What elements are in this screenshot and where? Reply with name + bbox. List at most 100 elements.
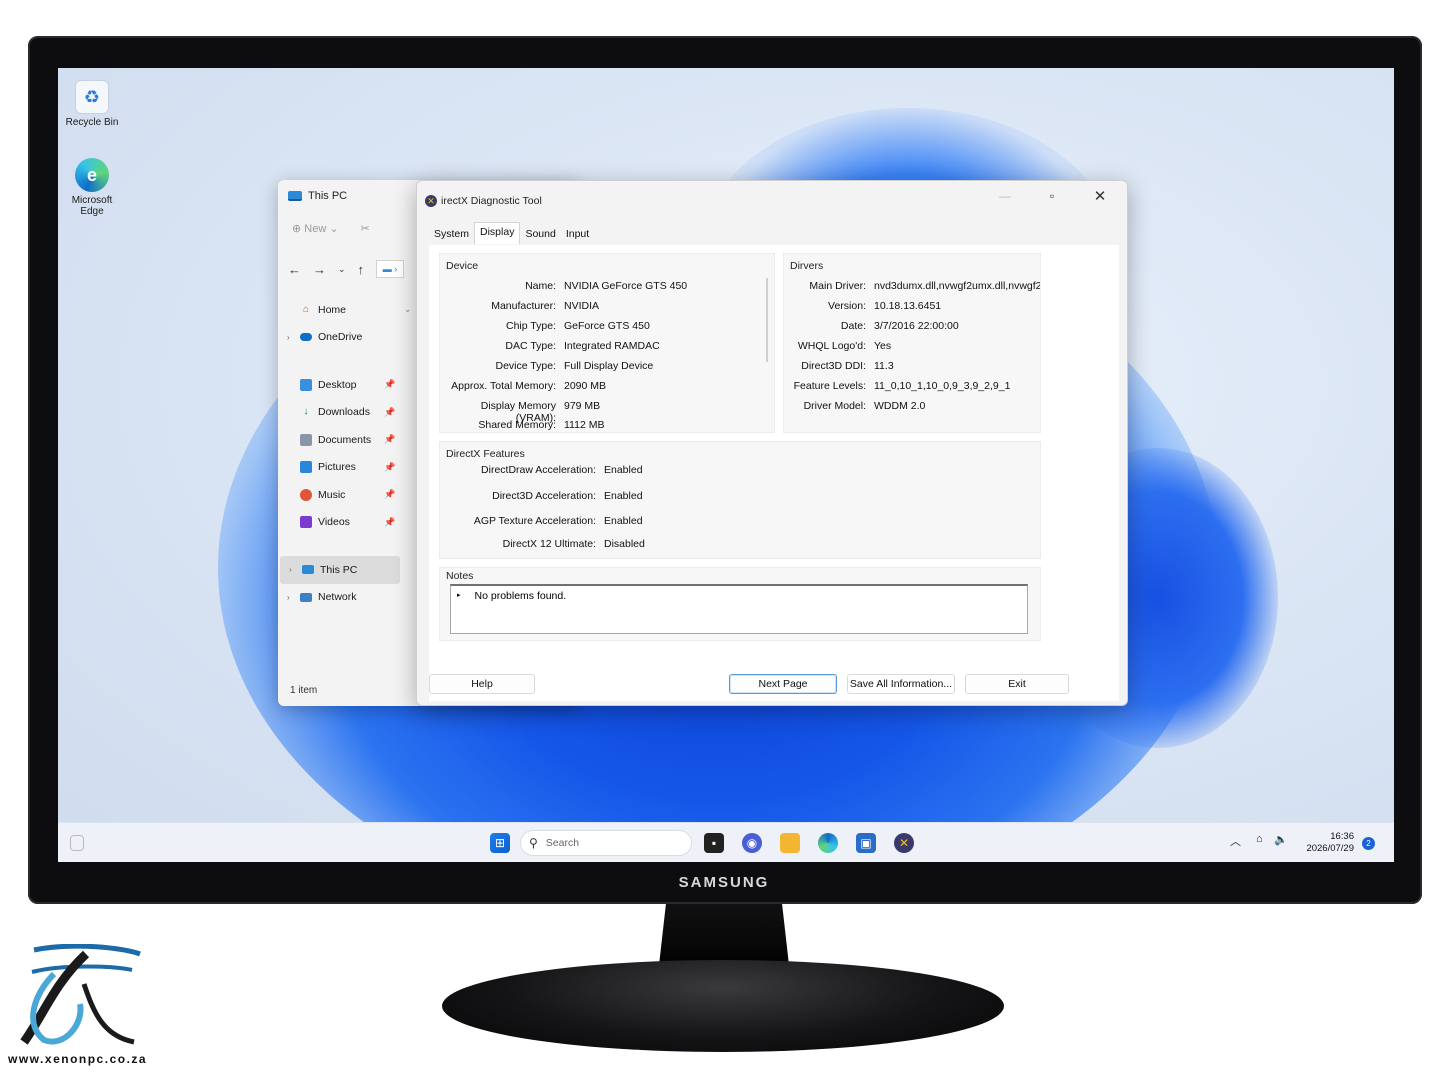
clock[interactable]: 16:36 2026/07/29 [1294, 831, 1354, 855]
network-icon [300, 592, 312, 602]
driver-row: Feature Levels: 11_0,10_1,10_0,9_3,9_2,9_… [784, 380, 1011, 396]
dxdiag-title-text: irectX Diagnostic Tool [441, 195, 542, 207]
help-button[interactable]: Help [429, 674, 535, 694]
device-row: Manufacturer: NVIDIA [440, 300, 599, 316]
row-label: DirectDraw Acceleration: [481, 464, 596, 476]
xenonpc-logo [20, 944, 141, 1045]
display-tab-panel: Device Name: NVIDIA GeForce GTS 450 Manuf… [429, 245, 1119, 701]
exit-button[interactable]: Exit [965, 674, 1069, 694]
dxdiag-window: ✕ irectX Diagnostic Tool — ▫ ✕ System Di… [416, 180, 1128, 706]
desktop-icon-recycle-bin[interactable]: ♻ Recycle Bin [60, 80, 124, 128]
row-value: Full Display Device [564, 360, 654, 372]
tab-system[interactable]: System [429, 225, 474, 244]
network-tray-icon[interactable]: ⌂ [1256, 833, 1263, 845]
cut-icon[interactable]: ✂ [361, 222, 370, 235]
notes-text: No problems found. [474, 590, 567, 602]
row-label: AGP Texture Acceleration: [473, 515, 596, 527]
music-icon [300, 488, 312, 501]
row-value: NVIDIA [564, 300, 600, 312]
picture-icon [300, 461, 312, 474]
row-label: Direct3D Acceleration: [492, 490, 596, 502]
driver-row: Date: 3/7/2016 22:00:00 [784, 320, 959, 336]
chevron-right-icon: › [289, 565, 292, 575]
device-row: Name: NVIDIA GeForce GTS 450 [440, 280, 687, 296]
pin-icon: 📌 [384, 406, 396, 417]
row-label: Date: [840, 320, 866, 332]
close-icon[interactable]: ✕ [1085, 187, 1115, 205]
nav-label: Home [318, 303, 347, 316]
download-icon: ↓ [303, 406, 309, 418]
start-icon[interactable]: ⊞ [490, 833, 510, 853]
row-value: 3/7/2016 22:00:00 [874, 320, 959, 332]
cloud-icon [300, 333, 312, 342]
explorer-nav-bar: ← → ⌄ ↑ ▬ › [288, 260, 405, 278]
driver-row: Main Driver: nvd3dumx.dll,nvwgf2umx.dll,n… [784, 280, 1040, 296]
store-icon[interactable]: ▣ [856, 833, 876, 853]
desktop-icon-edge[interactable]: e Microsoft Edge [60, 158, 124, 217]
tab-bar: System Display Sound Input [429, 222, 594, 244]
clock-date: 2026/07/29 [1306, 843, 1354, 854]
back-icon[interactable]: ← [288, 262, 301, 277]
row-value: Integrated RAMDAC [564, 340, 660, 352]
row-label: DAC Type: [505, 340, 556, 352]
nav-label: Music [318, 488, 346, 501]
row-label: Main Driver: [809, 280, 866, 292]
task-view-icon[interactable]: ▪ [704, 833, 724, 853]
driver-row: Driver Model: WDDM 2.0 [784, 400, 926, 416]
edge-icon[interactable] [818, 833, 838, 853]
new-button[interactable]: ⊕ New ⌄ [292, 222, 339, 235]
tray-chevron-up-icon[interactable]: ︿ [1230, 833, 1241, 849]
device-row: Chip Type: GeForce GTS 450 [440, 320, 650, 336]
device-scrollbar[interactable] [766, 278, 768, 362]
chat-icon[interactable]: ◉ [742, 833, 762, 853]
nav-item-this-pc[interactable]: › This PC [280, 556, 400, 584]
nav-label: Network [318, 591, 357, 604]
address-bar[interactable]: ▬ › [376, 260, 405, 278]
row-value: NVIDIA GeForce GTS 450 [564, 280, 688, 292]
bullet-icon: ▸ [457, 592, 461, 599]
explorer-toolbar: ⊕ New ⌄ ✂ [292, 222, 370, 235]
desktop-icon-label: Recycle Bin [65, 117, 119, 128]
taskbar-search[interactable]: ⚲ Search [520, 830, 692, 856]
row-label: WHQL Logo'd: [797, 340, 866, 352]
driver-row: Direct3D DDI: 11.3 [784, 360, 893, 376]
tab-sound[interactable]: Sound [520, 225, 560, 244]
minimize-icon[interactable]: — [990, 189, 1020, 203]
pin-icon: 📌 [384, 379, 396, 390]
new-label: New [304, 223, 327, 235]
forward-icon[interactable]: → [313, 262, 326, 277]
row-label: Name: [525, 280, 556, 292]
explorer-title: This PC [288, 190, 347, 202]
video-icon [300, 516, 312, 529]
notes-textbox[interactable]: ▸ No problems found. [450, 584, 1028, 634]
pin-icon: 📌 [384, 434, 396, 445]
row-value: 2090 MB [564, 380, 607, 392]
row-value: 979 MB [564, 400, 601, 412]
search-icon: ⚲ [529, 836, 538, 850]
nav-label: Downloads [318, 406, 370, 419]
recent-chevron-icon[interactable]: ⌄ [338, 264, 346, 275]
directx-logo-icon: ✕ [425, 195, 437, 207]
tab-display[interactable]: Display [474, 222, 521, 244]
feature-row: DirectDraw Acceleration: Enabled [440, 464, 643, 480]
edge-icon: e [75, 158, 109, 192]
desktop-folder-icon [300, 378, 312, 391]
widgets-icon[interactable] [70, 835, 84, 851]
this-pc-icon [288, 191, 302, 201]
nav-label: Pictures [318, 461, 356, 474]
next-page-button[interactable]: Next Page [729, 674, 837, 694]
maximize-icon[interactable]: ▫ [1037, 189, 1067, 203]
row-label: Version: [828, 300, 866, 312]
notification-badge[interactable]: 2 [1362, 837, 1375, 850]
nav-label: Videos [318, 516, 350, 529]
volume-icon[interactable]: 🔈 [1274, 833, 1288, 846]
file-explorer-icon[interactable] [780, 833, 800, 853]
up-icon[interactable]: ↑ [358, 262, 365, 277]
save-all-information-button[interactable]: Save All Information... [847, 674, 955, 694]
pin-icon: 📌 [384, 516, 396, 527]
chevron-right-icon: › [287, 592, 290, 602]
tab-input[interactable]: Input [561, 225, 594, 244]
device-row: Device Type: Full Display Device [440, 360, 653, 376]
directx-taskbar-icon[interactable]: ✕ [894, 833, 914, 853]
row-value: 10.18.13.6451 [874, 300, 942, 312]
